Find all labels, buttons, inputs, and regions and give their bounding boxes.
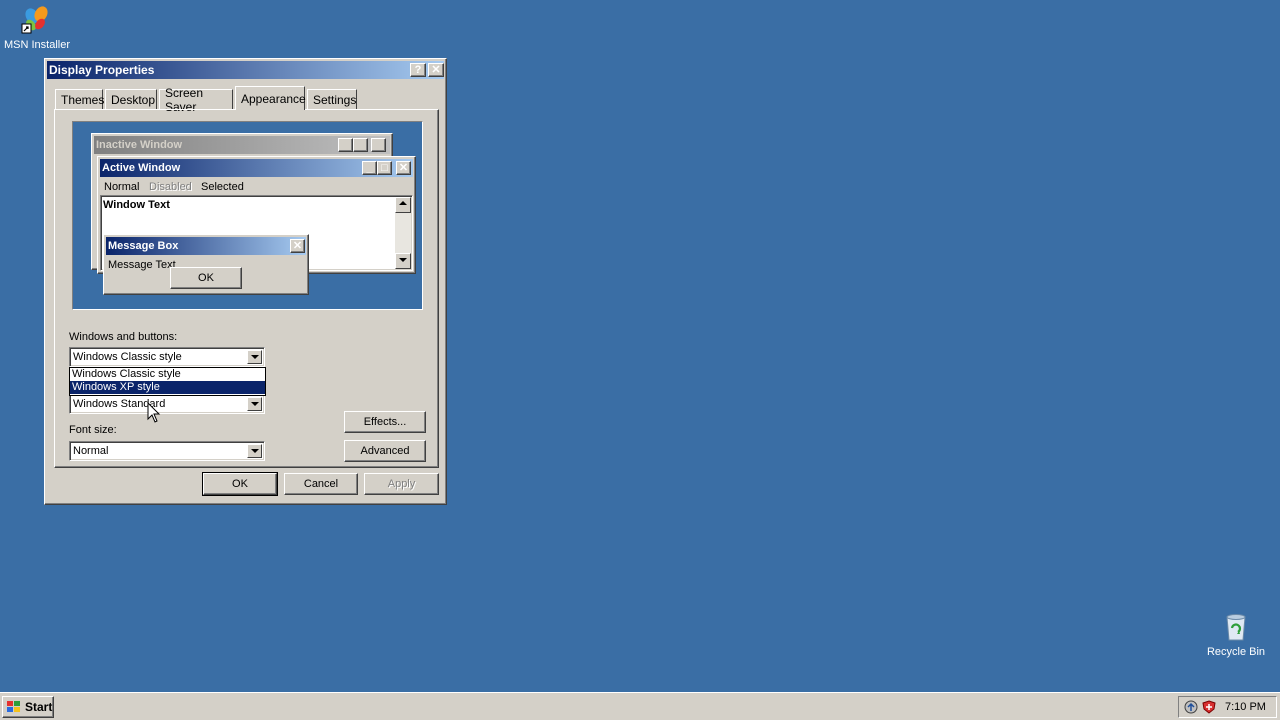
maximize-icon: □ — [377, 161, 392, 175]
windows-logo-icon — [6, 700, 22, 714]
option-windows-classic[interactable]: Windows Classic style — [70, 368, 265, 381]
tab-label: Appearance — [241, 91, 306, 106]
preview-scrollbar — [395, 197, 411, 269]
effects-button[interactable]: Effects... — [344, 411, 426, 433]
desktop-icon-label: MSN Installer — [3, 39, 71, 51]
system-tray: 7:10 PM — [1178, 696, 1277, 718]
glyph: _ — [366, 161, 373, 174]
tab-settings[interactable]: Settings — [307, 89, 357, 109]
msgbox-title-bar: Message Box ✕ — [106, 237, 306, 255]
font-size-select[interactable]: Normal — [69, 441, 265, 461]
desktop-icon-label: Recycle Bin — [1206, 646, 1266, 658]
tab-strip: Themes Desktop Screen Saver Appearance S… — [55, 86, 435, 114]
windows-buttons-label: Windows and buttons: — [69, 331, 178, 343]
desktop-icon-recycle-bin[interactable]: Recycle Bin — [1200, 608, 1272, 660]
glyph: □ — [357, 138, 364, 151]
font-size-value: Normal — [73, 445, 109, 457]
recycle-bin-icon — [1220, 610, 1252, 642]
msgbox-text: Message Text — [108, 259, 176, 271]
button-label: Advanced — [360, 445, 410, 457]
glyph: ✕ — [292, 239, 303, 252]
dropdown-button[interactable] — [247, 444, 262, 458]
close-icon: ✕ — [371, 138, 386, 152]
scroll-down-button — [395, 253, 411, 269]
advanced-button[interactable]: Advanced — [344, 440, 426, 462]
close-icon: ✕ — [290, 239, 305, 253]
close-button[interactable]: ✕ — [428, 63, 444, 77]
tab-screen-saver[interactable]: Screen Saver — [159, 86, 233, 114]
tab-label: Settings — [313, 92, 357, 107]
glyph: _ — [342, 138, 349, 151]
chevron-down-icon — [251, 449, 259, 453]
network-tray-icon[interactable] — [1184, 700, 1198, 714]
help-icon: ? — [414, 63, 422, 76]
apply-button[interactable]: Apply — [364, 473, 439, 495]
close-icon: ✕ — [396, 161, 411, 175]
inactive-title-bar: Inactive Window _ □ ✕ — [94, 136, 390, 154]
tab-label: Themes — [61, 92, 105, 107]
desktop-icon-msn-installer[interactable]: MSN Installer — [0, 2, 74, 54]
clock[interactable]: 7:10 PM — [1225, 701, 1266, 713]
preview-message-box: Message Box ✕ Message Text OK — [103, 234, 309, 295]
button-label: Cancel — [303, 478, 339, 490]
cancel-button[interactable]: Cancel — [284, 473, 358, 495]
glyph: □ — [381, 161, 388, 174]
active-title-bar: Active Window _ □ ✕ — [100, 159, 413, 177]
maximize-icon: □ — [353, 138, 368, 152]
window-text: Window Text — [103, 199, 170, 211]
close-icon: ✕ — [431, 63, 441, 76]
glyph: ✕ — [398, 161, 409, 174]
minimize-icon: _ — [338, 138, 353, 152]
start-button[interactable]: Start — [2, 696, 54, 718]
color-scheme-select[interactable]: Windows Standard — [69, 394, 265, 414]
start-label: Start — [25, 700, 53, 714]
dialog-title-bar[interactable]: Display Properties ? ✕ — [47, 61, 444, 79]
arrow-up-icon — [399, 201, 407, 205]
menu-normal: Normal — [104, 181, 140, 193]
display-properties-dialog: Display Properties ? ✕ Themes Desktop Sc… — [44, 58, 447, 505]
mouse-cursor-icon — [147, 401, 161, 424]
tab-label: Desktop — [111, 92, 156, 107]
button-label: Apply — [387, 478, 416, 490]
minimize-icon: _ — [362, 161, 377, 175]
msn-butterfly-icon — [20, 4, 52, 36]
tab-desktop[interactable]: Desktop — [105, 89, 157, 109]
glyph: ✕ — [373, 138, 384, 151]
menu-disabled: Disabled — [149, 181, 192, 193]
windows-buttons-dropdown-list: Windows Classic style Windows XP style — [69, 367, 266, 396]
active-title: Active Window — [102, 162, 181, 174]
tab-appearance[interactable]: Appearance — [235, 86, 306, 110]
dropdown-button[interactable] — [247, 350, 262, 364]
dialog-title: Display Properties — [49, 63, 155, 77]
arrow-down-icon — [399, 258, 407, 262]
msgbox-ok-button: OK — [170, 267, 242, 289]
security-shield-tray-icon[interactable] — [1202, 700, 1216, 714]
windows-buttons-value: Windows Classic style — [73, 351, 182, 363]
tab-themes[interactable]: Themes — [55, 89, 105, 109]
button-label: OK — [198, 272, 214, 284]
inactive-title: Inactive Window — [96, 139, 183, 151]
tab-page-appearance: Inactive Window _ □ ✕ Active Window _ □ … — [54, 109, 439, 468]
menu-selected: Selected — [201, 181, 244, 193]
ok-button[interactable]: OK — [202, 472, 278, 496]
button-label: Effects... — [363, 416, 407, 428]
taskbar: Start 7:10 PM — [0, 692, 1280, 720]
dropdown-button[interactable] — [247, 397, 262, 411]
help-button[interactable]: ? — [410, 63, 426, 77]
button-label: OK — [232, 478, 248, 490]
option-windows-xp[interactable]: Windows XP style — [70, 381, 265, 394]
chevron-down-icon — [251, 402, 259, 406]
appearance-preview: Inactive Window _ □ ✕ Active Window _ □ … — [72, 121, 423, 310]
font-size-label: Font size: — [69, 424, 117, 436]
chevron-down-icon — [251, 355, 259, 359]
windows-buttons-select[interactable]: Windows Classic style — [69, 347, 265, 367]
msgbox-title: Message Box — [108, 240, 179, 252]
scroll-up-button — [395, 197, 411, 213]
